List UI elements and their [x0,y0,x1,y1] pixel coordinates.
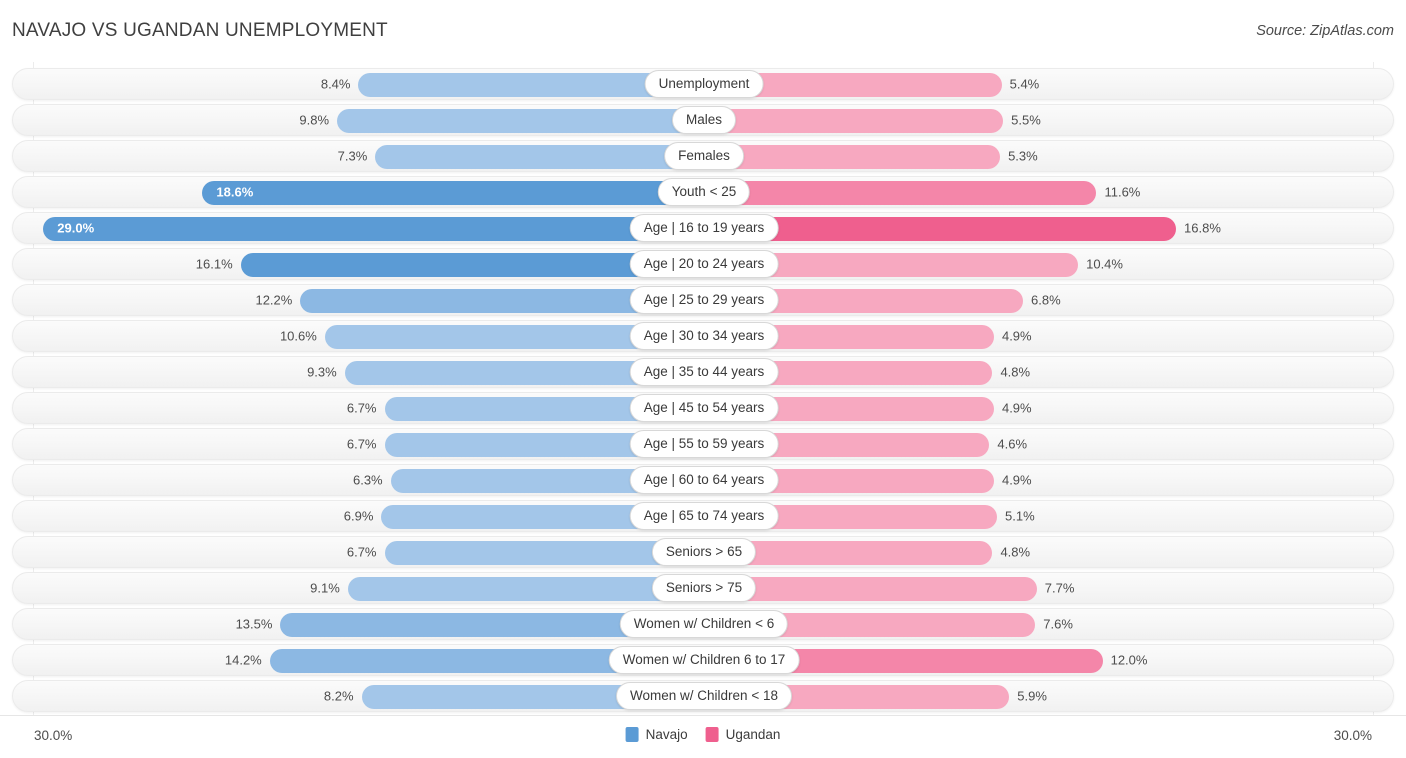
row-category-label: Age | 55 to 59 years [629,430,779,458]
bar-navajo [347,577,702,601]
bar-navajo [337,109,702,133]
legend-item: Navajo [625,727,688,742]
table-row: 6.7% 4.8% Seniors > 65 [12,536,1394,568]
row-category-label: Age | 45 to 54 years [629,394,779,422]
legend-label: Ugandan [725,727,781,742]
row-category-label: Males [671,106,737,134]
row-category-label: Seniors > 65 [651,538,757,566]
bar-navajo [43,217,702,241]
row-category-label: Age | 20 to 24 years [629,250,779,278]
value-label-ugandan: 10.4% [1086,256,1123,272]
value-label-navajo: 12.2% [255,292,293,308]
value-label-ugandan: 5.1% [1005,508,1035,524]
value-label-navajo: 6.3% [352,472,383,488]
value-label-navajo: 18.6% [216,184,254,200]
bar-navajo [202,181,702,205]
bar-ugandan [704,145,1001,169]
row-category-label: Unemployment [644,70,764,98]
table-row: 29.0% 16.8% Age | 16 to 19 years [12,212,1394,244]
row-category-label: Females [664,142,744,170]
value-label-ugandan: 12.0% [1110,652,1148,668]
table-row: 10.6% 4.9% Age | 30 to 34 years [12,320,1394,352]
axis-label-right: 30.0% [1333,728,1372,743]
page-title: NAVAJO VS UGANDAN UNEMPLOYMENT [12,20,388,41]
value-label-navajo: 6.7% [346,436,377,452]
table-row: 6.9% 5.1% Age | 65 to 74 years [12,500,1394,532]
table-row: 7.3% 5.3% Females [12,140,1394,172]
value-label-navajo: 14.2% [224,652,262,668]
value-label-ugandan: 11.6% [1104,184,1141,200]
legend-swatch-navajo [625,727,639,742]
legend-item: Ugandan [705,727,781,742]
value-label-navajo: 8.2% [323,688,354,704]
value-label-navajo: 9.8% [299,112,330,128]
legend-swatch-ugandan [705,727,719,742]
row-category-label: Youth < 25 [657,178,751,206]
table-row: 6.7% 4.6% Age | 55 to 59 years [12,428,1394,460]
row-category-label: Age | 35 to 44 years [629,358,779,386]
value-label-ugandan: 4.9% [1001,328,1032,344]
value-label-ugandan: 5.3% [1008,148,1038,164]
value-label-ugandan: 16.8% [1184,220,1221,236]
value-label-navajo: 6.7% [346,400,377,416]
table-row: 9.1% 7.7% Seniors > 75 [12,572,1394,604]
table-row: 16.1% 10.4% Age | 20 to 24 years [12,248,1394,280]
value-label-ugandan: 5.5% [1011,112,1041,128]
bar-navajo [375,145,702,169]
row-category-label: Seniors > 75 [651,574,757,602]
row-category-label: Women w/ Children < 6 [619,610,789,638]
value-label-navajo: 9.1% [310,580,340,596]
value-label-ugandan: 4.8% [1000,364,1031,380]
bar-ugandan [704,109,1004,133]
value-label-ugandan: 4.9% [1001,472,1032,488]
axis-label-left: 30.0% [34,728,73,743]
table-row: 6.3% 4.9% Age | 60 to 64 years [12,464,1394,496]
value-label-navajo: 7.3% [337,148,368,164]
value-label-navajo: 6.7% [346,544,377,560]
value-label-ugandan: 4.6% [997,436,1028,452]
value-label-navajo: 8.4% [320,76,351,92]
row-category-label: Age | 65 to 74 years [629,502,779,530]
value-label-ugandan: 6.8% [1031,292,1061,308]
value-label-navajo: 16.1% [195,256,233,272]
value-label-ugandan: 7.7% [1044,580,1075,596]
table-row: 14.2% 12.0% Women w/ Children 6 to 17 [12,644,1394,676]
table-row: 6.7% 4.9% Age | 45 to 54 years [12,392,1394,424]
row-category-label: Age | 16 to 19 years [629,214,779,242]
value-label-navajo: 13.5% [235,616,273,632]
value-label-navajo: 9.3% [307,364,337,380]
table-row: 8.4% 5.4% Unemployment [12,68,1394,100]
chart-footer: 30.0% 30.0% Navajo Ugandan [0,715,1406,758]
table-row: 8.2% 5.9% Women w/ Children < 18 [12,680,1394,712]
value-label-ugandan: 5.9% [1017,688,1047,704]
chart-plot-area: 8.4% 5.4% Unemployment 9.8% 5.5% Males 7.3% 5.3… [0,62,1406,715]
value-label-navajo: 6.9% [343,508,374,524]
value-label-ugandan: 4.9% [1001,400,1032,416]
legend-label: Navajo [645,727,688,742]
row-category-label: Age | 60 to 64 years [629,466,779,494]
value-label-navajo: 29.0% [57,220,95,236]
source-attribution: Source: ZipAtlas.com [1256,23,1394,39]
bar-ugandan [704,181,1097,205]
row-category-label: Age | 30 to 34 years [629,322,779,350]
table-row: 18.6% 11.6% Youth < 25 [12,176,1394,208]
table-row: 13.5% 7.6% Women w/ Children < 6 [12,608,1394,640]
table-row: 9.8% 5.5% Males [12,104,1394,136]
chart-header: NAVAJO VS UGANDAN UNEMPLOYMENT Source: Z… [0,0,1406,62]
row-category-label: Age | 25 to 29 years [629,286,779,314]
value-label-ugandan: 4.8% [1000,544,1031,560]
row-category-label: Women w/ Children < 18 [616,682,792,710]
value-label-navajo: 10.6% [279,328,317,344]
table-row: 9.3% 4.8% Age | 35 to 44 years [12,356,1394,388]
row-category-label: Women w/ Children 6 to 17 [608,646,800,674]
value-label-ugandan: 5.4% [1009,76,1040,92]
chart-legend: Navajo Ugandan [625,727,781,742]
table-row: 12.2% 6.8% Age | 25 to 29 years [12,284,1394,316]
value-label-ugandan: 7.6% [1043,616,1073,632]
